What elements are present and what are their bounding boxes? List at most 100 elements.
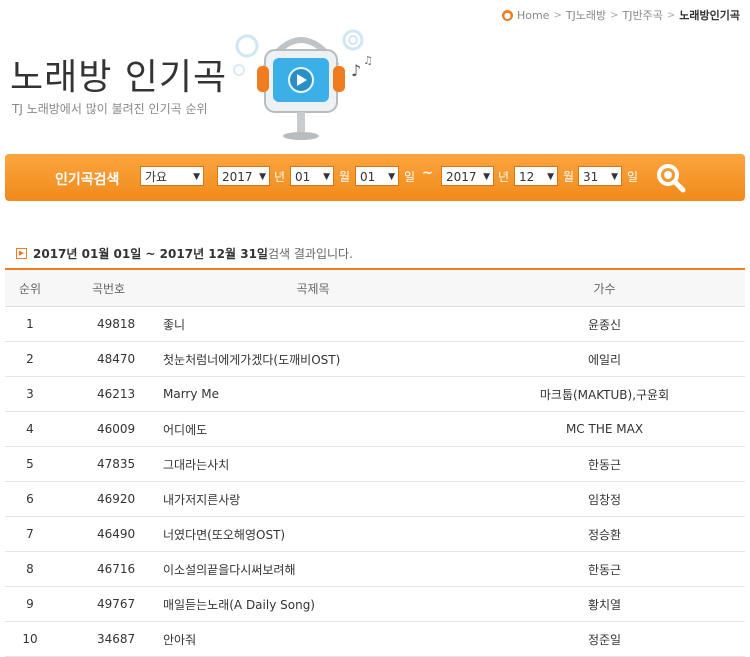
- artist-cell: 한동근: [464, 446, 745, 482]
- chevron-right-icon: >: [553, 9, 562, 21]
- page-title: 노래방 인기곡: [10, 57, 228, 98]
- artist-cell: 임창정: [464, 481, 745, 517]
- artist-cell: 정승환: [464, 516, 745, 552]
- to-day-unit: 일: [627, 170, 639, 184]
- page-subtitle: TJ 노래방에서 많이 불려진 인기곡 순위: [12, 102, 208, 116]
- song-number-cell: 46213: [55, 376, 163, 412]
- table-row: 6 46920 내가저지른사랑 임창정: [5, 481, 745, 517]
- breadcrumb-tj[interactable]: TJ노래방: [566, 7, 606, 23]
- table-header-row: 순위 곡번호 곡제목 가수: [5, 268, 745, 307]
- from-month-select[interactable]: 01 ▼: [290, 166, 334, 186]
- song-number-cell: 46490: [55, 516, 163, 552]
- song-number-cell: 47835: [55, 446, 163, 482]
- dropdown-arrow-icon: ▼: [611, 172, 618, 182]
- dropdown-arrow-icon: ▼: [483, 172, 490, 182]
- rank-cell: 6: [5, 481, 55, 517]
- song-number-cell: 46920: [55, 481, 163, 517]
- rank-cell: 5: [5, 446, 55, 482]
- header-song-number: 곡번호: [55, 268, 163, 307]
- range-separator: ~: [422, 166, 433, 181]
- to-year-value: 2017: [446, 170, 477, 184]
- artist-cell: 정준일: [464, 621, 745, 657]
- chevron-right-icon: >: [610, 9, 619, 21]
- dropdown-arrow-icon: ▼: [193, 172, 200, 182]
- genre-select[interactable]: 가요 ▼: [140, 166, 204, 186]
- svg-text:♪: ♪: [351, 61, 361, 80]
- song-title-cell: 이소설의끝을다시써보려해: [163, 551, 464, 587]
- table-row: 8 46716 이소설의끝을다시써보려해 한동근: [5, 551, 745, 587]
- breadcrumb-current: 노래방인기곡: [679, 9, 740, 22]
- artist-cell: 한동근: [464, 551, 745, 587]
- from-month-value: 01: [295, 170, 311, 184]
- table-row: 10 34687 안아줘 정준일: [5, 621, 745, 657]
- table-row: 9 49767 매일듣는노래(A Daily Song) 황치열: [5, 586, 745, 622]
- breadcrumb-home[interactable]: Home: [517, 9, 549, 22]
- artist-cell: 황치열: [464, 586, 745, 622]
- table-row: 5 47835 그대라는사치 한동근: [5, 446, 745, 482]
- from-year-value: 2017: [222, 170, 253, 184]
- from-year-select[interactable]: 2017 ▼: [217, 166, 270, 186]
- artist-cell: 윤종신: [464, 306, 745, 342]
- song-title-cell: 매일듣는노래(A Daily Song): [163, 586, 464, 622]
- rank-cell: 3: [5, 376, 55, 412]
- to-month-value: 12: [519, 170, 535, 184]
- table-row: 7 46490 너였다면(또오해영OST) 정승환: [5, 516, 745, 552]
- rank-cell: 8: [5, 551, 55, 587]
- search-button[interactable]: [655, 162, 687, 194]
- genre-value: 가요: [145, 170, 168, 184]
- to-month-select[interactable]: 12 ▼: [514, 166, 558, 186]
- breadcrumb-tj-songs[interactable]: TJ반주곡: [623, 7, 663, 23]
- from-day-select[interactable]: 01 ▼: [355, 166, 399, 186]
- table-row: 2 48470 첫눈처럼너에게가겠다(도깨비OST) 에일리: [5, 341, 745, 377]
- header-artist: 가수: [464, 268, 745, 307]
- home-icon: ●: [501, 9, 513, 21]
- rank-cell: 2: [5, 341, 55, 377]
- artist-cell: 에일리: [464, 341, 745, 377]
- to-month-unit: 월: [563, 170, 575, 184]
- song-number-cell: 48470: [55, 341, 163, 377]
- to-year-unit: 년: [498, 170, 510, 184]
- artist-cell: 마크툽(MAKTUB),구윤회: [464, 376, 745, 412]
- result-summary: ▶ 2017년 01월 01일 ~ 2017년 12월 31일 검색 결과입니다…: [16, 245, 353, 262]
- rank-cell: 1: [5, 306, 55, 342]
- search-bar: 인기곡검색 가요 ▼ 2017 ▼ 년 01 ▼ 월 01 ▼ 일 ~ 2017 ▼ 년 …: [5, 154, 745, 201]
- song-number-cell: 49818: [55, 306, 163, 342]
- from-month-unit: 월: [339, 170, 351, 184]
- song-title-cell: 첫눈처럼너에게가겠다(도깨비OST): [163, 341, 464, 377]
- header-rank: 순위: [5, 268, 55, 307]
- dropdown-arrow-icon: ▼: [547, 172, 554, 182]
- breadcrumb: ● Home > TJ노래방 > TJ반주곡 > 노래방인기곡: [501, 7, 740, 23]
- table-row: 1 49818 좋니 윤종신: [5, 306, 745, 342]
- from-year-unit: 년: [274, 170, 286, 184]
- artist-cell: MC THE MAX: [464, 411, 745, 447]
- result-suffix: 검색 결과입니다.: [267, 247, 353, 261]
- song-number-cell: 34687: [55, 621, 163, 657]
- to-day-select[interactable]: 31 ▼: [578, 166, 622, 186]
- song-title-cell: 내가저지른사랑: [163, 481, 464, 517]
- song-title-cell: 너였다면(또오해영OST): [163, 516, 464, 552]
- song-number-cell: 46716: [55, 551, 163, 587]
- song-title-cell: Marry Me: [163, 376, 464, 412]
- song-number-cell: 46009: [55, 411, 163, 447]
- rank-cell: 4: [5, 411, 55, 447]
- ranking-table: 순위 곡번호 곡제목 가수 1 49818 좋니 윤종신 2 48470 첫눈처럼너에게가겠…: [5, 268, 745, 657]
- dropdown-arrow-icon: ▼: [323, 172, 330, 182]
- monitor-headphones-illustration: ♪ ♫: [233, 29, 373, 140]
- svg-text:♫: ♫: [363, 54, 373, 67]
- rank-cell: 7: [5, 516, 55, 552]
- song-number-cell: 49767: [55, 586, 163, 622]
- result-range: 2017년 01월 01일 ~ 2017년 12월 31일: [33, 247, 268, 261]
- chevron-right-icon: >: [666, 9, 676, 21]
- to-year-select[interactable]: 2017 ▼: [441, 166, 494, 186]
- arrow-bullet-icon: ▶: [16, 248, 27, 259]
- rank-cell: 10: [5, 621, 55, 657]
- header-song-title: 곡제목: [163, 268, 464, 307]
- table-row: 3 46213 Marry Me 마크툽(MAKTUB),구윤회: [5, 376, 745, 412]
- from-day-unit: 일: [404, 170, 416, 184]
- search-label: 인기곡검색: [55, 172, 120, 188]
- song-title-cell: 안아줘: [163, 621, 464, 657]
- table-row: 4 46009 어디에도 MC THE MAX: [5, 411, 745, 447]
- song-title-cell: 어디에도: [163, 411, 464, 447]
- dropdown-arrow-icon: ▼: [259, 172, 266, 182]
- song-title-cell: 좋니: [163, 306, 464, 342]
